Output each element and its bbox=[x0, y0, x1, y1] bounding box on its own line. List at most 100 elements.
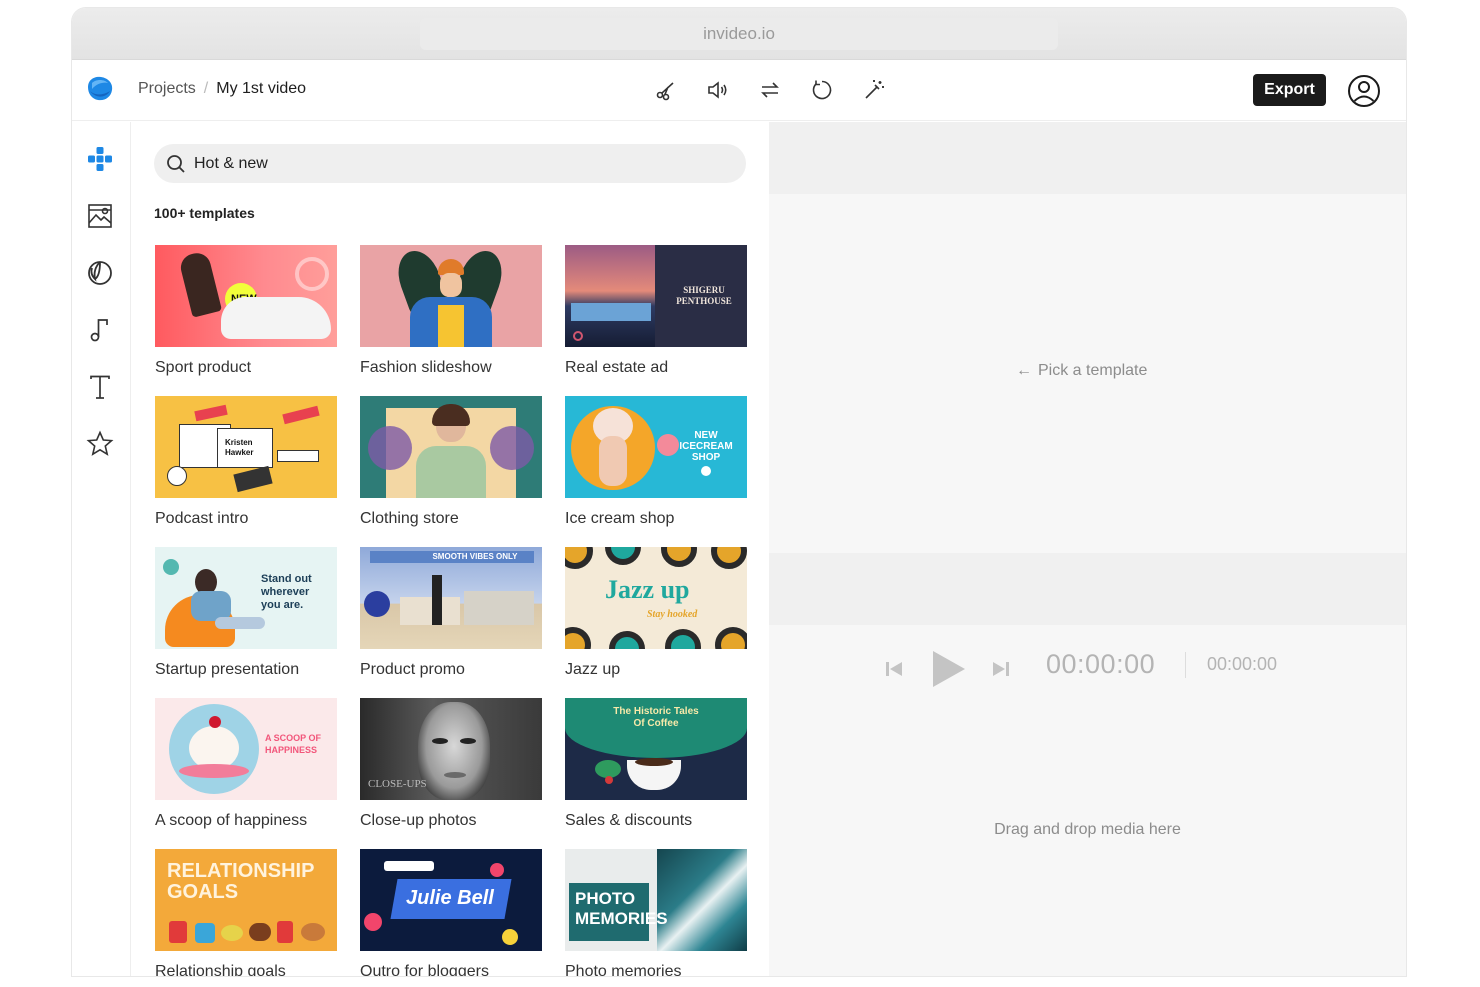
audio-button[interactable] bbox=[704, 76, 732, 104]
template-thumbnail: SMOOTH VIBES ONLY bbox=[360, 547, 542, 649]
template-caption: CLOSE-UPS bbox=[368, 778, 427, 790]
template-label: Jazz up bbox=[565, 661, 621, 678]
url-text: invideo.io bbox=[703, 24, 775, 43]
swap-button[interactable] bbox=[756, 76, 784, 104]
template-caption: PHOTO MEMORIES bbox=[575, 889, 668, 928]
skip-back-icon[interactable] bbox=[884, 659, 904, 679]
template-caption: NEW ICECREAM SHOP bbox=[679, 430, 733, 463]
template-label: Startup presentation bbox=[155, 661, 300, 678]
pick-template-text: Pick a template bbox=[1038, 362, 1148, 379]
template-caption: Julie Bell bbox=[406, 887, 494, 909]
drop-hint: Drag and drop media here bbox=[994, 821, 1181, 838]
template-thumbnail: Stand out wherever you are. bbox=[155, 547, 337, 649]
music-icon bbox=[90, 319, 108, 342]
template-card[interactable]: CLOSE-UPS Close-up photos bbox=[360, 698, 542, 830]
timecode-divider bbox=[1185, 652, 1186, 678]
preview-canvas: ← Pick a template bbox=[769, 194, 1406, 553]
rail-stickers[interactable] bbox=[85, 258, 115, 288]
template-label: Photo memories bbox=[565, 963, 682, 976]
favorites-icon bbox=[86, 430, 114, 456]
trim-button[interactable] bbox=[652, 76, 680, 104]
template-card[interactable]: PHOTO MEMORIES Photo memories bbox=[565, 849, 747, 976]
template-label: Sales & discounts bbox=[565, 812, 693, 829]
template-card[interactable]: Jazz up Stay hooked Jazz up bbox=[565, 547, 747, 679]
media-dropzone[interactable]: Drag and drop media here bbox=[769, 715, 1406, 976]
template-subcaption: Stay hooked bbox=[647, 609, 698, 620]
browser-chrome: invideo.io bbox=[72, 8, 1406, 60]
template-label: Ice cream shop bbox=[565, 510, 675, 527]
template-caption: Kristen Hawker bbox=[225, 438, 254, 457]
search-input[interactable] bbox=[194, 154, 694, 173]
media-icon bbox=[88, 204, 112, 228]
rail-text[interactable] bbox=[85, 372, 115, 402]
user-circle-icon[interactable] bbox=[1347, 74, 1381, 108]
current-timecode: 00:00:00 bbox=[1046, 649, 1156, 679]
template-thumbnail: Kristen Hawker bbox=[155, 396, 337, 498]
playback-controls: 00:00:00 00:00:00 bbox=[769, 625, 1406, 715]
template-thumbnail: The Historic Tales Of Coffee bbox=[565, 698, 747, 800]
template-card[interactable]: NEW Sport product bbox=[155, 245, 337, 377]
arrow-left-icon: ← bbox=[1016, 362, 1032, 379]
template-card[interactable]: Stand out wherever you are. Startup pres… bbox=[155, 547, 337, 679]
magic-wand-icon bbox=[865, 80, 884, 99]
template-caption: Stand out wherever you are. bbox=[261, 573, 312, 611]
rail-music[interactable] bbox=[85, 315, 115, 345]
template-card[interactable]: Fashion slideshow bbox=[360, 245, 542, 377]
url-bar[interactable]: invideo.io bbox=[420, 18, 1058, 50]
template-thumbnail: CLOSE-UPS bbox=[360, 698, 542, 800]
template-caption: SMOOTH VIBES ONLY bbox=[432, 552, 518, 561]
preview-top-bar bbox=[769, 122, 1406, 194]
template-card[interactable]: Clothing store bbox=[360, 396, 542, 528]
template-caption: SHIGERU PENTHOUSE bbox=[676, 285, 732, 306]
template-caption: The Historic Tales Of Coffee bbox=[613, 706, 699, 729]
rotate-icon bbox=[812, 80, 832, 100]
template-card[interactable]: SMOOTH VIBES ONLY Product promo bbox=[360, 547, 542, 679]
rotate-button[interactable] bbox=[808, 76, 836, 104]
template-thumbnail: NEW bbox=[155, 245, 337, 347]
skip-forward-icon[interactable] bbox=[991, 659, 1011, 679]
rail-media[interactable] bbox=[85, 201, 115, 231]
stickers-icon bbox=[88, 261, 112, 285]
browser-window: invideo.io Projects / My 1st video Expor… bbox=[72, 8, 1406, 976]
template-label: Real estate ad bbox=[565, 359, 669, 376]
template-label: Relationship goals bbox=[155, 963, 286, 976]
total-duration: 00:00:00 bbox=[1207, 654, 1278, 674]
template-thumbnail: SHIGERU PENTHOUSE bbox=[565, 245, 747, 347]
preview-bottom-bar bbox=[769, 553, 1406, 625]
template-label: Close-up photos bbox=[360, 812, 477, 829]
invideo-logo[interactable] bbox=[84, 73, 116, 105]
template-card[interactable]: Julie Bell Outro for bloggers bbox=[360, 849, 542, 976]
template-card[interactable]: RELATIONSHIP GOALS Relationship goals bbox=[155, 849, 337, 976]
text-icon bbox=[90, 375, 110, 399]
rail-favorites[interactable] bbox=[85, 429, 115, 459]
magic-button[interactable] bbox=[860, 76, 888, 104]
app-header: Projects / My 1st video Export bbox=[72, 60, 1406, 121]
template-label: Clothing store bbox=[360, 510, 459, 527]
template-search[interactable] bbox=[154, 144, 746, 183]
template-thumbnail: Julie Bell bbox=[360, 849, 542, 951]
template-count: 100+ templates bbox=[154, 205, 255, 221]
export-button[interactable]: Export bbox=[1253, 74, 1326, 106]
breadcrumb: Projects / My 1st video bbox=[138, 80, 306, 98]
project-title[interactable]: My 1st video bbox=[216, 80, 306, 98]
template-caption: Jazz up bbox=[605, 575, 690, 604]
template-card[interactable]: A SCOOP OF HAPPINESS A scoop of happines… bbox=[155, 698, 337, 830]
template-thumbnail bbox=[360, 396, 542, 498]
template-card[interactable]: SHIGERU PENTHOUSE Real estate ad bbox=[565, 245, 747, 377]
swap-icon bbox=[761, 82, 779, 98]
template-card[interactable]: Kristen Hawker Podcast intro bbox=[155, 396, 337, 528]
template-label: Fashion slideshow bbox=[360, 359, 492, 376]
template-label: Podcast intro bbox=[155, 510, 249, 527]
template-thumbnail: A SCOOP OF HAPPINESS bbox=[155, 698, 337, 800]
play-icon[interactable] bbox=[929, 649, 967, 689]
pick-template-hint: ← Pick a template bbox=[1016, 362, 1147, 380]
template-thumbnail: NEW ICECREAM SHOP bbox=[565, 396, 747, 498]
search-icon bbox=[167, 154, 185, 173]
template-card[interactable]: The Historic Tales Of Coffee Sales & dis… bbox=[565, 698, 747, 830]
breadcrumb-projects-link[interactable]: Projects bbox=[138, 80, 196, 98]
rail-templates[interactable] bbox=[85, 144, 115, 174]
template-label: Sport product bbox=[155, 359, 252, 376]
template-card[interactable]: NEW ICECREAM SHOP Ice cream shop bbox=[565, 396, 747, 528]
template-thumbnail bbox=[360, 245, 542, 347]
toolbar bbox=[652, 76, 888, 104]
